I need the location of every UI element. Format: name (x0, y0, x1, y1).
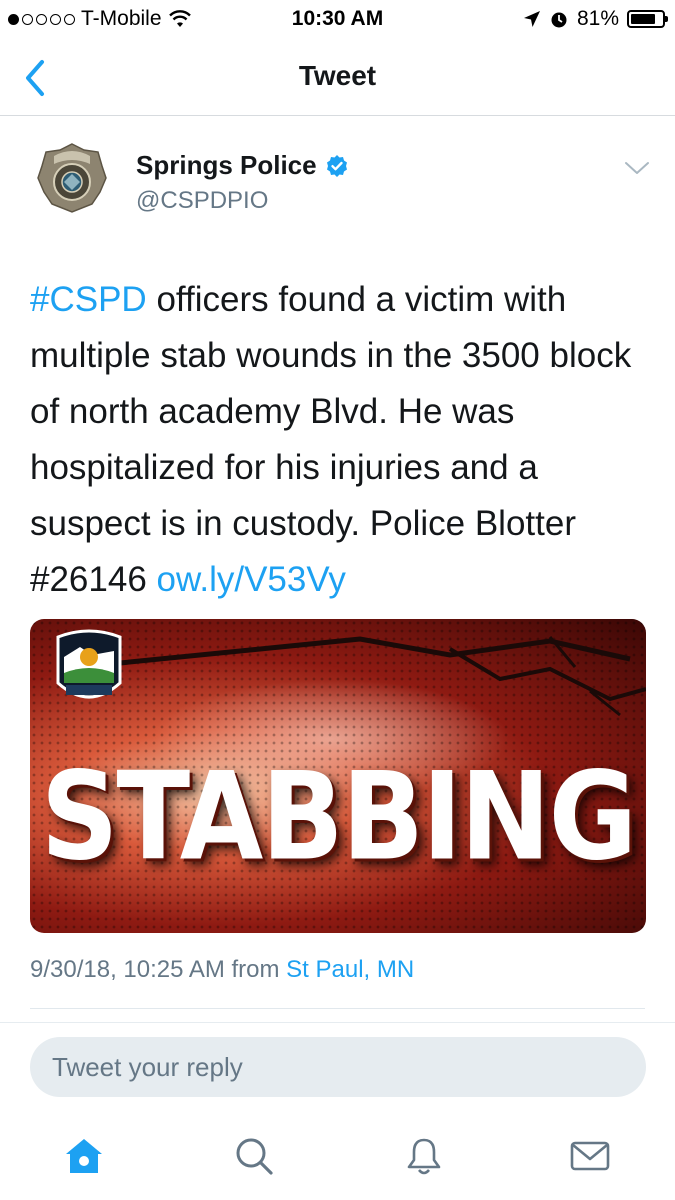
battery-icon (627, 10, 668, 28)
police-logo-icon (56, 629, 122, 699)
hashtag-link[interactable]: #CSPD (30, 280, 147, 319)
mail-icon[interactable] (568, 1134, 612, 1178)
reply-input[interactable]: Tweet your reply (30, 1037, 646, 1097)
page-title: Tweet (298, 60, 377, 91)
alarm-icon (551, 12, 567, 28)
tweet-text: #CSPD officers found a victim with multi… (30, 272, 650, 608)
author-handle: @CSPDPIO (136, 187, 269, 214)
divider (30, 1008, 645, 1009)
nav-bar: Tweet (0, 40, 675, 116)
author-block[interactable]: Springs Police @CSPDPIO (136, 150, 349, 215)
tab-bar (0, 1112, 675, 1200)
tweet-body: officers found a victim with multiple st… (30, 280, 632, 599)
bell-icon[interactable] (402, 1134, 446, 1178)
home-icon[interactable] (62, 1134, 106, 1178)
author-name-row: Springs Police (136, 150, 349, 181)
chevron-down-icon[interactable] (624, 158, 650, 178)
search-icon[interactable] (232, 1134, 276, 1178)
battery-percent: 81% (576, 7, 619, 30)
media-headline: STABBING (40, 747, 638, 888)
status-bar: T-Mobile 10:30 AM 81% (0, 0, 675, 40)
tweet-media-image[interactable]: STABBING (30, 619, 646, 933)
status-right: 81% (523, 7, 668, 31)
tweet-timestamp: 9/30/18, 10:25 AM from St Paul, MN (30, 956, 414, 984)
avatar[interactable] (32, 138, 112, 218)
reply-placeholder: Tweet your reply (52, 1051, 243, 1082)
verified-badge-icon (326, 154, 347, 177)
location-arrow-icon (523, 11, 540, 27)
divider (0, 1022, 675, 1023)
location-link[interactable]: St Paul, MN (286, 956, 414, 983)
tweet-link[interactable]: ow.ly/V53Vy (157, 560, 346, 599)
author-name: Springs Police (136, 150, 317, 180)
timestamp-text: 9/30/18, 10:25 AM from (30, 956, 287, 983)
